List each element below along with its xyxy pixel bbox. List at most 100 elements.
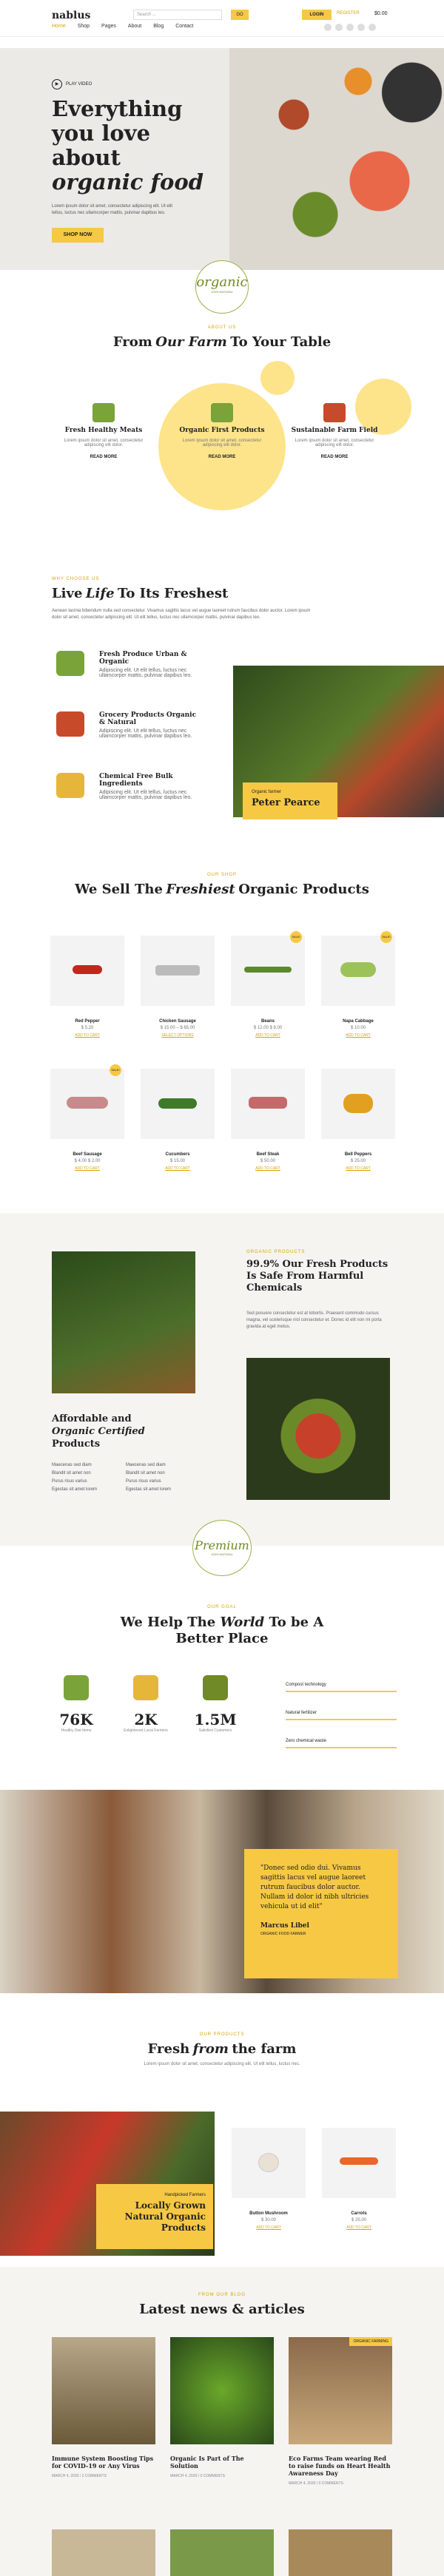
list-item: Purus risus varius (52, 1479, 87, 1484)
product-name[interactable]: Napa Cabbage (321, 1019, 395, 1024)
add-to-cart-button[interactable]: ADD TO CART (231, 1166, 305, 1171)
product-card[interactable]: Beef Steak $ 50.00 ADD TO CART (231, 1069, 305, 1171)
product-name[interactable]: Red Pepper (50, 1019, 124, 1024)
main-menu: Home Shop Pages About Blog Contact (52, 24, 193, 29)
play-icon[interactable]: ▶ (52, 79, 62, 89)
add-to-cart-button[interactable]: ADD TO CART (321, 1166, 395, 1171)
badge-sub: 100% NATURAL (211, 290, 233, 294)
add-to-cart-button[interactable]: ADD TO CART (322, 2225, 396, 2230)
product-card[interactable]: SALE! Beef Sausage $ 4.00 $ 2.00 ADD TO CAR… (50, 1064, 124, 1171)
product-image (321, 1069, 395, 1139)
card-text: Lorem ipsum dolor sit amet, consectetur … (64, 439, 144, 447)
menu-home[interactable]: Home (52, 24, 66, 29)
product-name[interactable]: Beans (231, 1019, 305, 1024)
house-icon (64, 1675, 89, 1700)
pinterest-icon[interactable] (369, 24, 376, 31)
product-name[interactable]: Beef Steak (231, 1152, 305, 1157)
product-name[interactable]: Bell Peppers (321, 1152, 395, 1157)
badge-text: Premium (195, 1538, 249, 1552)
read-more-link[interactable]: READ MORE (59, 455, 148, 459)
youtube-icon[interactable] (357, 24, 365, 31)
hero-image (229, 48, 444, 270)
title-em: Organic Certified (52, 1426, 145, 1437)
produce-icon (56, 651, 84, 676)
site-logo[interactable]: nablus (52, 10, 90, 21)
farmer-name: Peter Pearce (252, 797, 320, 808)
stats-row: 76K Healthy Diet Items 2K Enlightened Loca… (52, 1675, 240, 1733)
search-button[interactable]: GO (231, 10, 249, 20)
stat-label: Enlightened Local Farmers (124, 1728, 168, 1733)
title-em: Our Farm (155, 334, 227, 350)
instagram-icon[interactable] (346, 24, 354, 31)
news-card[interactable]: ORGANIC FARMING Eco Farms Team wearing Re… (289, 2337, 392, 2486)
menu-pages[interactable]: Pages (101, 24, 116, 29)
section-label: OUR PRODUCTS (199, 2032, 245, 2037)
list-item: Blandit sit amet non (126, 1471, 165, 1475)
menu-contact[interactable]: Contact (175, 24, 193, 29)
product-card[interactable]: Bell Peppers $ 25.00 ADD TO CART (321, 1069, 395, 1171)
add-to-cart-button[interactable]: ADD TO CART (321, 1033, 395, 1038)
menu-about[interactable]: About (128, 24, 141, 29)
hero-banner: ▶ PLAY VIDEO Everything you love about o… (0, 48, 444, 270)
testimonial-role: ORGANIC FOOD FARMER (260, 1932, 306, 1936)
read-more-link[interactable]: READ MORE (290, 455, 379, 459)
product-card[interactable]: SALE! Beans $ 12.00 $ 8.00 ADD TO CART (231, 931, 305, 1038)
feature-card: Fresh Healthy Meats Lorem ipsum dolor si… (59, 403, 148, 459)
product-name[interactable]: Button Mushroom (232, 2211, 306, 2216)
title-part: Organic Products (238, 882, 369, 897)
social-icons (324, 24, 376, 31)
product-card[interactable]: Chicken Sausage $ 15.00 – $ 65.00 SELECT O… (141, 936, 215, 1038)
add-to-cart-button[interactable]: ADD TO CART (50, 1166, 124, 1171)
product-card[interactable]: Red Pepper $ 5.20 ADD TO CART (50, 936, 124, 1038)
add-to-cart-button[interactable]: ADD TO CART (141, 1166, 215, 1171)
menu-shop[interactable]: Shop (78, 24, 90, 29)
menu-blog[interactable]: Blog (153, 24, 164, 29)
add-to-cart-button[interactable]: ADD TO CART (231, 1033, 305, 1038)
news-card[interactable]: Immune System Boosting Tips for COVID-19… (52, 2337, 155, 2478)
affordable-title: Affordable and Organic Certified Product… (52, 1413, 145, 1450)
feature-item: Fresh Produce Urban & Organic Adipiscing… (52, 651, 200, 678)
read-more-link[interactable]: READ MORE (178, 455, 266, 459)
product-name[interactable]: Cucumbers (141, 1152, 215, 1157)
badge-sub: 100% NATURAL (211, 1552, 233, 1556)
search-input[interactable]: Search ... (133, 10, 222, 20)
category-tag[interactable]: ORGANIC FARMING (349, 2337, 392, 2346)
play-video[interactable]: ▶ PLAY VIDEO (52, 79, 92, 89)
product-price: $ 25.00 (350, 1159, 366, 1163)
product-card[interactable]: SALE! Napa Cabbage $ 10.00 ADD TO CART (321, 931, 395, 1038)
cart-total[interactable]: $0.00 (374, 11, 388, 16)
add-to-cart-button[interactable]: ADD TO CART (50, 1033, 124, 1038)
product-price: $ 50.00 (260, 1159, 276, 1163)
product-name[interactable]: Chicken Sausage (141, 1019, 215, 1024)
product-card[interactable]: Carrots $ 25.00 ADD TO CART (322, 2128, 396, 2230)
product-card[interactable]: Cucumbers $ 15.00 ADD TO CART (141, 1069, 215, 1171)
farmer-caption: Organic farmer Peter Pearce (243, 782, 337, 819)
tractor-icon (211, 403, 233, 422)
select-options-button[interactable]: SELECT OPTIONS (141, 1033, 215, 1038)
product-price: $ 10.00 (350, 1026, 366, 1030)
product-image (231, 936, 305, 1006)
product-name[interactable]: Carrots (322, 2211, 396, 2216)
benefits-list: Maecenas sed diam Maecenas sed diam Bland… (52, 1463, 200, 1492)
testimonial-name: Marcus Libel (260, 1922, 309, 1930)
product-image (322, 2128, 396, 2198)
register-link[interactable]: REGISTER (337, 11, 360, 16)
news-card-title[interactable]: Immune System Boosting Tips for COVID-19… (52, 2455, 155, 2469)
login-button[interactable]: LOGIN (302, 10, 332, 20)
section-label: ORGANIC PRODUCTS (246, 1250, 306, 1254)
facebook-icon[interactable] (324, 24, 332, 31)
product-card[interactable]: Button Mushroom $ 30.00 ADD TO CART (232, 2128, 306, 2230)
news-card-title[interactable]: Eco Farms Team wearing Red to raise fund… (289, 2455, 392, 2477)
news-image (289, 2529, 392, 2576)
news-meta: MARCH 4, 2020 / 0 COMMENTS (289, 2481, 343, 2486)
add-to-cart-button[interactable]: ADD TO CART (232, 2225, 306, 2230)
twitter-icon[interactable] (335, 24, 343, 31)
title-part: Fresh (147, 2041, 190, 2057)
shop-now-button[interactable]: SHOP NOW (52, 228, 104, 243)
title-em: Life (85, 586, 115, 601)
product-name[interactable]: Beef Sausage (50, 1152, 124, 1157)
news-card[interactable]: Organic Is Part of The Solution MARCH 4, … (170, 2337, 274, 2478)
grocery-icon (56, 711, 84, 737)
news-card-title[interactable]: Organic Is Part of The Solution (170, 2455, 274, 2469)
product-image (231, 1069, 305, 1139)
